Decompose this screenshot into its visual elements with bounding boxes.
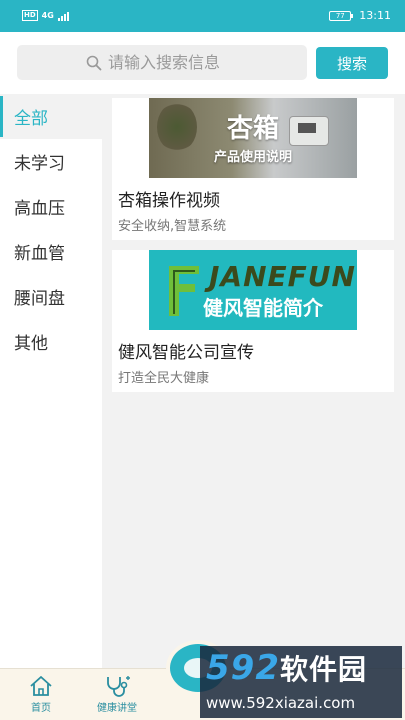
tab-lecture-label: 健康讲堂 — [97, 703, 137, 714]
network-type: 4G — [41, 11, 54, 20]
video-title[interactable]: 健风智能公司宣传 — [112, 330, 394, 363]
clock: 13:11 — [359, 9, 391, 22]
video-thumbnail[interactable]: 杏箱 产品使用说明 — [149, 98, 357, 178]
watermark-overlay: 592软件园 www.592xiazai.com — [200, 646, 402, 718]
status-right: 77 13:11 — [329, 9, 391, 22]
search-field[interactable] — [17, 45, 307, 80]
video-thumbnail[interactable]: JANEFUN 健风智能简介 — [149, 250, 357, 330]
tab-health-lecture[interactable]: 健康讲堂 — [82, 675, 152, 714]
brand-logo-icon — [169, 266, 199, 316]
sidebar-item-unlearned[interactable]: 未学习 — [0, 139, 102, 184]
watermark-url: www.592xiazai.com — [206, 694, 356, 712]
status-indicators: HD 4G — [22, 10, 69, 21]
sidebar-item-all[interactable]: 全部 — [0, 94, 102, 139]
tab-home-label: 首页 — [31, 703, 51, 714]
stethoscope-icon — [107, 676, 130, 697]
sidebar-item-cardiovascular[interactable]: 新血管 — [0, 229, 102, 274]
search-button[interactable]: 搜索 — [316, 47, 388, 79]
video-list: 杏箱 产品使用说明 杏箱操作视频 安全收纳,智慧系统 JANEFUN 健风智能简… — [112, 94, 394, 392]
thumbnail-title: 杏箱 — [226, 114, 279, 144]
search-bar: 搜索 — [0, 32, 405, 94]
search-icon — [86, 55, 102, 70]
video-card[interactable]: 杏箱 产品使用说明 杏箱操作视频 安全收纳,智慧系统 — [112, 98, 394, 240]
video-description: 安全收纳,智慧系统 — [118, 219, 227, 234]
watermark-brand: 592 — [206, 648, 280, 688]
sidebar-item-hypertension[interactable]: 高血压 — [0, 184, 102, 229]
tab-home[interactable]: 首页 — [6, 675, 76, 714]
battery-icon: 77 — [329, 10, 354, 21]
brand-name: JANEFUN — [209, 260, 356, 293]
category-sidebar: 全部 未学习 高血压 新血管 腰间盘 其他 — [0, 94, 102, 670]
watermark-logo: 592软件园 — [206, 648, 367, 688]
search-input[interactable] — [108, 53, 238, 72]
sidebar-item-other[interactable]: 其他 — [0, 319, 102, 364]
video-description: 打造全民大健康 — [118, 371, 210, 386]
sidebar-item-lumbar-disc[interactable]: 腰间盘 — [0, 274, 102, 319]
status-bar: HD 4G 77 13:11 — [0, 0, 405, 32]
video-title[interactable]: 杏箱操作视频 — [112, 178, 394, 211]
hd-badge: HD — [22, 10, 38, 21]
video-card[interactable]: JANEFUN 健风智能简介 健风智能公司宣传 打造全民大健康 — [112, 250, 394, 392]
thumbnail-subtitle: 产品使用说明 — [213, 150, 292, 165]
watermark-brand-cn: 软件园 — [279, 653, 367, 686]
signal-icon — [57, 11, 69, 21]
home-icon — [30, 676, 52, 696]
brand-intro-text: 健风智能简介 — [203, 296, 323, 320]
